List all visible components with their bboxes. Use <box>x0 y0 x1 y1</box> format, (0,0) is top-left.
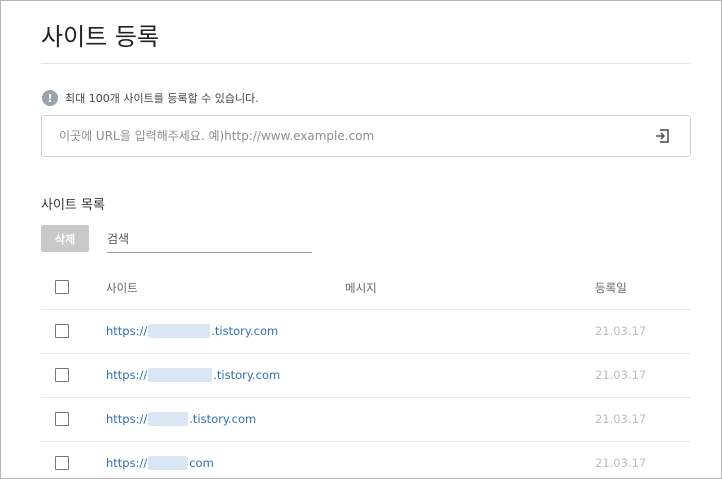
row-checkbox[interactable] <box>55 324 69 338</box>
search-input[interactable] <box>107 227 312 251</box>
table-header: 사이트 메시지 등록일 <box>41 266 691 310</box>
row-checkbox[interactable] <box>55 456 69 470</box>
site-link[interactable]: https:// .tistory.com <box>106 412 256 426</box>
site-url-suffix: com <box>189 456 214 470</box>
site-date: 21.03.17 <box>595 456 647 470</box>
redacted-blur <box>148 368 213 382</box>
enter-icon[interactable] <box>652 126 672 146</box>
site-link[interactable]: https:// .tistory.com <box>106 368 280 382</box>
site-url-suffix: .tistory.com <box>189 412 257 426</box>
site-url-suffix: .tistory.com <box>211 324 279 338</box>
select-all-checkbox[interactable] <box>55 280 69 294</box>
site-url-prefix: https:// <box>106 368 148 382</box>
site-link[interactable]: https:// .tistory.com <box>106 324 278 338</box>
page-title: 사이트 등록 <box>41 23 160 51</box>
table-row: https:// com 21.03.17 <box>41 442 691 478</box>
redacted-blur <box>148 324 211 338</box>
column-header-message: 메시지 <box>345 281 377 295</box>
column-header-site: 사이트 <box>106 281 138 295</box>
site-url-prefix: https:// <box>106 412 148 426</box>
table-row: https:// .tistory.com 21.03.17 <box>41 354 691 398</box>
redacted-blur <box>148 412 189 426</box>
url-input[interactable] <box>42 117 652 155</box>
site-date: 21.03.17 <box>595 412 647 426</box>
column-header-date: 등록일 <box>595 281 627 295</box>
site-link[interactable]: https:// com <box>106 456 214 470</box>
table-row: https:// .tistory.com 21.03.17 <box>41 310 691 354</box>
notice: ! 최대 100개 사이트를 등록할 수 있습니다. <box>42 89 259 107</box>
search-field <box>107 227 312 253</box>
table-row: https:// .tistory.com 21.03.17 <box>41 398 691 442</box>
exclamation-icon: ! <box>42 90 58 106</box>
delete-button[interactable]: 삭제 <box>41 225 89 252</box>
notice-text: 최대 100개 사이트를 등록할 수 있습니다. <box>65 92 259 105</box>
url-input-box <box>41 115 691 157</box>
site-date: 21.03.17 <box>595 368 647 382</box>
site-table: 사이트 메시지 등록일 https:// .tistory.com 21.03.… <box>41 266 691 478</box>
row-checkbox[interactable] <box>55 368 69 382</box>
site-url-prefix: https:// <box>106 324 148 338</box>
redacted-blur <box>148 456 189 470</box>
row-checkbox[interactable] <box>55 412 69 426</box>
title-divider <box>41 63 691 64</box>
site-url-suffix: .tistory.com <box>213 368 281 382</box>
site-registration-page: 사이트 등록 ! 최대 100개 사이트를 등록할 수 있습니다. 사이트 목록… <box>0 0 722 479</box>
site-url-prefix: https:// <box>106 456 148 470</box>
site-list-title: 사이트 목록 <box>41 198 105 213</box>
site-date: 21.03.17 <box>595 324 647 338</box>
